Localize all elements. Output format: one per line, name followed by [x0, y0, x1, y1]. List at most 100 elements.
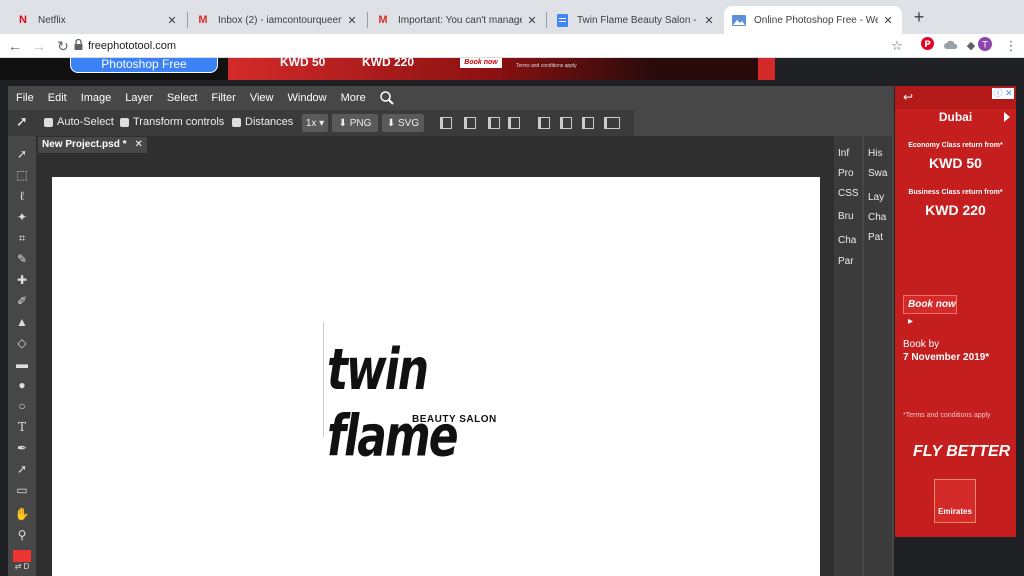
tab-gmail-important[interactable]: M Important: You can't manage y ✕: [368, 6, 546, 34]
photopea-editor: File Edit Image Layer Select Filter View…: [8, 86, 894, 576]
shape-tool-icon[interactable]: ▭: [14, 482, 30, 498]
eyedropper-tool-icon[interactable]: ✎: [14, 251, 30, 267]
close-tab-icon[interactable]: ✕: [526, 14, 538, 27]
panel-swatches[interactable]: Swa: [868, 168, 892, 179]
ad-close-icon[interactable]: ⓘ ✕: [992, 88, 1014, 99]
tab-gmail-inbox[interactable]: M Inbox (2) - iamcontourqueen@ ✕: [188, 6, 366, 34]
pinterest-extension-icon[interactable]: P: [918, 37, 936, 55]
document-tab[interactable]: New Project.psd * ✕: [38, 137, 147, 153]
panel-properties[interactable]: Pro: [838, 168, 862, 179]
ad-book-now-button[interactable]: Book now ▸: [903, 295, 957, 327]
search-icon[interactable]: [379, 91, 394, 105]
align-bottom-icon[interactable]: [582, 117, 594, 129]
magic-wand-tool-icon[interactable]: ✦: [14, 209, 30, 225]
pen-tool-icon[interactable]: ✒: [14, 440, 30, 456]
path-select-tool-icon[interactable]: ➚: [14, 461, 30, 477]
align-top-icon[interactable]: [538, 117, 550, 129]
photoshop-free-button[interactable]: Photoshop Free: [70, 58, 218, 73]
profile-avatar[interactable]: T: [976, 37, 994, 55]
close-tab-icon[interactable]: ✕: [166, 14, 178, 27]
panel-paragraph[interactable]: Par: [838, 256, 862, 267]
panel-history[interactable]: His: [868, 148, 892, 159]
tab-twin-flame-doc[interactable]: Twin Flame Beauty Salon - Pho ✕: [547, 6, 723, 34]
tab-photopea[interactable]: Online Photoshop Free - Web- ✕: [724, 6, 902, 34]
menu-bar: File Edit Image Layer Select Filter View…: [8, 86, 894, 110]
hand-tool-icon[interactable]: ✋: [14, 506, 30, 522]
panel-layers[interactable]: Lay: [868, 192, 892, 203]
download-icon: ⬇: [338, 117, 347, 129]
tools-panel: ➚ ⬚ ℓ ✦ ⌗ ✎ ✚ ✐ ▲ ◇ ▬ ● ○ T ✒ ➚ ▭ ✋ ⚲ ⇄ …: [8, 136, 36, 576]
align-center-icon[interactable]: [464, 117, 476, 129]
photopea-icon: [732, 13, 746, 27]
panel-info[interactable]: Inf: [838, 148, 862, 159]
brush-tool-icon[interactable]: ✐: [14, 293, 30, 309]
ad-city[interactable]: Dubai: [895, 110, 1016, 124]
address-bar[interactable]: freephototool.com: [88, 37, 176, 55]
crop-tool-icon[interactable]: ⌗: [14, 230, 30, 246]
menu-more[interactable]: More: [341, 92, 366, 104]
menu-filter[interactable]: Filter: [211, 92, 235, 104]
eraser-tool-icon[interactable]: ◇: [14, 335, 30, 351]
align-middle-icon[interactable]: [560, 117, 572, 129]
healing-tool-icon[interactable]: ✚: [14, 272, 30, 288]
close-tab-icon[interactable]: ✕: [882, 14, 894, 27]
forward-button[interactable]: →: [30, 37, 48, 55]
move-tool-icon[interactable]: ➚: [16, 113, 28, 130]
chrome-menu-icon[interactable]: ⋮: [1002, 37, 1020, 55]
zoom-tool-icon[interactable]: ⚲: [14, 527, 30, 543]
document-area: New Project.psd * ✕ twin flame BEAUTY SA…: [36, 136, 834, 576]
close-document-icon[interactable]: ✕: [134, 139, 142, 151]
zoom-select[interactable]: 1x ▾: [302, 114, 328, 132]
ad-next-arrow-icon[interactable]: [1004, 112, 1010, 122]
menu-layer[interactable]: Layer: [125, 92, 153, 104]
menu-view[interactable]: View: [250, 92, 274, 104]
foreground-color-swatch[interactable]: [13, 550, 31, 562]
menu-window[interactable]: Window: [288, 92, 327, 104]
move-tool-icon[interactable]: ➚: [14, 146, 30, 162]
tab-netflix[interactable]: N Netflix ✕: [8, 6, 186, 34]
panel-css[interactable]: CSS: [838, 188, 862, 199]
auto-select-toggle[interactable]: Auto-Select: [44, 116, 114, 128]
close-tab-icon[interactable]: ✕: [703, 14, 715, 27]
google-docs-icon: [555, 13, 569, 27]
align-right-icon[interactable]: [488, 117, 500, 129]
lasso-tool-icon[interactable]: ℓ: [14, 188, 30, 204]
ad-back-icon[interactable]: ↩: [903, 90, 913, 104]
ad-slogan: FLY BETTER: [913, 443, 1011, 460]
panel-brush[interactable]: Bru: [838, 211, 862, 222]
panel-channels[interactable]: Cha: [868, 212, 892, 223]
menu-select[interactable]: Select: [167, 92, 198, 104]
cloud-extension-icon[interactable]: [942, 37, 960, 55]
bookmark-star-icon[interactable]: ☆: [888, 37, 906, 55]
export-png-button[interactable]: ⬇ PNG: [332, 114, 378, 132]
close-tab-icon[interactable]: ✕: [346, 14, 358, 27]
web-page: Photoshop Free KWD 50 KWD 220 Book now T…: [0, 56, 1024, 576]
top-banner-ad[interactable]: Photoshop Free KWD 50 KWD 220 Book now T…: [0, 56, 775, 80]
new-tab-button[interactable]: +: [910, 8, 928, 26]
canvas[interactable]: twin flame BEAUTY SALON: [52, 177, 820, 576]
menu-file[interactable]: File: [16, 92, 34, 104]
distribute-icon[interactable]: [508, 117, 520, 129]
twin-flame-logo: twin flame BEAUTY SALON: [323, 322, 563, 470]
export-svg-button[interactable]: ⬇ SVG: [382, 114, 424, 132]
type-tool-icon[interactable]: T: [14, 419, 30, 435]
transform-controls-toggle[interactable]: Transform controls: [120, 116, 224, 128]
menu-image[interactable]: Image: [81, 92, 112, 104]
distances-toggle[interactable]: Distances: [232, 116, 293, 128]
distribute-vertical-icon[interactable]: [604, 117, 620, 129]
back-button[interactable]: ←: [6, 37, 24, 55]
gradient-tool-icon[interactable]: ▬: [14, 356, 30, 372]
dodge-tool-icon[interactable]: ○: [14, 398, 30, 414]
emirates-side-ad[interactable]: ↩ ⓘ ✕ Dubai Economy Class return from* K…: [895, 86, 1016, 537]
align-left-icon[interactable]: [440, 117, 452, 129]
logo-subtitle: BEAUTY SALON: [412, 414, 497, 425]
blur-tool-icon[interactable]: ●: [14, 377, 30, 393]
menu-edit[interactable]: Edit: [48, 92, 67, 104]
panel-paths[interactable]: Pat: [868, 232, 892, 243]
marquee-tool-icon[interactable]: ⬚: [14, 167, 30, 183]
default-colors-icon[interactable]: ⇄ D: [14, 562, 30, 572]
reload-button[interactable]: ↻: [54, 37, 72, 55]
emirates-banner[interactable]: KWD 50 KWD 220 Book now Terms and condit…: [228, 56, 758, 80]
stamp-tool-icon[interactable]: ▲: [14, 314, 30, 330]
panel-character[interactable]: Cha: [838, 235, 862, 246]
